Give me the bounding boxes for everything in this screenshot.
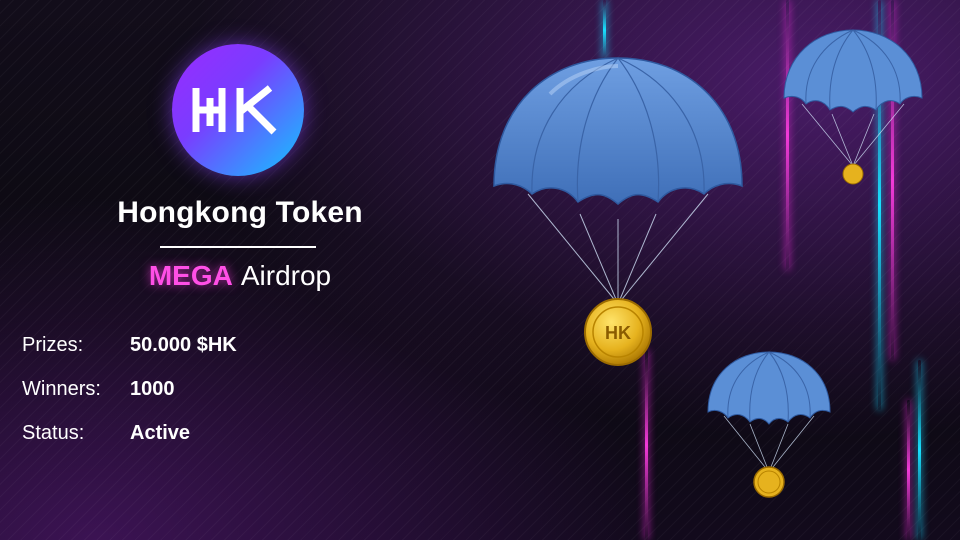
prizes-label: Prizes: <box>22 334 84 356</box>
hk-logo-icon: HK <box>192 85 277 135</box>
token-name: Hongkong Token <box>117 196 363 229</box>
status-value: Active <box>130 422 191 444</box>
coin-logo-text: HK <box>605 323 631 343</box>
headline-highlight: MEGA <box>148 260 233 291</box>
parachute-icon: HK <box>493 57 743 366</box>
winners-value: 1000 <box>130 378 175 400</box>
glow-line <box>645 350 648 540</box>
parachute-icon <box>783 29 923 185</box>
glow-line <box>603 0 606 60</box>
parachute-icon <box>707 351 831 498</box>
prizes-value: 50.000 $HK <box>130 334 237 356</box>
headline-text: Airdrop <box>240 260 332 291</box>
glow-line <box>918 360 921 540</box>
hk-logo: HK <box>172 44 304 176</box>
divider <box>160 246 316 248</box>
winners-label: Winners: <box>22 378 101 400</box>
headline: MEGA Airdrop <box>60 260 420 292</box>
status-label: Status: <box>22 422 85 444</box>
glow-line <box>907 400 910 540</box>
